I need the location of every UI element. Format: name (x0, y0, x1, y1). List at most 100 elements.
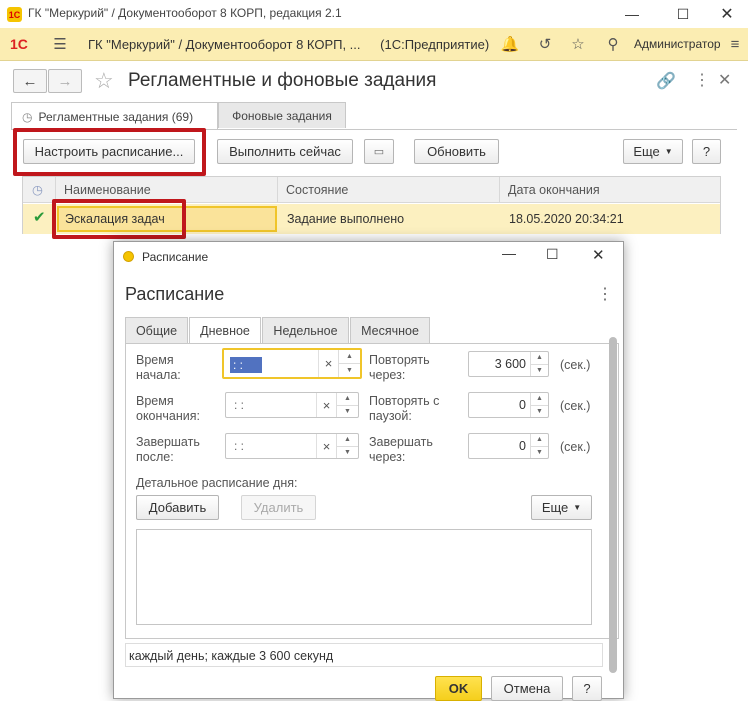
tab-background-jobs-label: Фоновые задания (232, 108, 332, 123)
finish-in-label: Завершать через: (369, 435, 433, 464)
finish-after-input[interactable]: : : × ▲ ▼ (225, 433, 359, 459)
console-icon: ▭ (373, 146, 385, 158)
current-user[interactable]: Администратор (634, 37, 721, 51)
forward-button[interactable]: → (48, 69, 82, 93)
clear-icon[interactable]: × (316, 434, 336, 458)
end-time-spinner[interactable]: ▲ ▼ (336, 393, 358, 417)
favorites-star-icon[interactable]: ☆ (568, 34, 588, 54)
tab-daily[interactable]: Дневное (189, 317, 261, 344)
more-button[interactable]: Еще ▼ (623, 139, 683, 164)
ok-button[interactable]: OK (435, 676, 482, 701)
app-title: ГК "Меркурий" / Документооборот 8 КОРП, … (88, 37, 361, 52)
finish-in-value: 0 (519, 439, 526, 453)
end-time-value: : : (234, 398, 245, 412)
row-state: Задание выполнено (287, 212, 405, 226)
dialog-window-title: Расписание (142, 250, 209, 264)
dialog-minimize-button[interactable]: — (502, 245, 516, 261)
window-titlebar: 1С ГК "Меркурий" / Документооборот 8 КОР… (0, 0, 748, 28)
maximize-button[interactable]: ☐ (660, 0, 706, 28)
dropdown-arrow-icon: ▼ (664, 147, 673, 156)
finish-after-label: Завершать после: (136, 435, 200, 464)
schedule-summary-text: каждый день; каждые 3 600 секунд (129, 649, 334, 663)
form-close-icon[interactable]: ✕ (718, 70, 731, 90)
help-button[interactable]: ? (692, 139, 721, 164)
tab-background-jobs[interactable]: Фоновые задания (218, 102, 346, 128)
column-header-end[interactable]: Дата окончания (500, 177, 720, 203)
link-icon[interactable]: 🔗 (656, 71, 676, 91)
more-label: Еще (633, 144, 660, 159)
run-now-button[interactable]: Выполнить сейчас (217, 139, 353, 164)
repeat-label: Повторять через: (369, 353, 430, 382)
highlight-configure-schedule (13, 128, 206, 176)
start-time-input[interactable]: : : × ▲ ▼ (222, 348, 362, 379)
dialog-maximize-button[interactable]: ☐ (546, 246, 559, 263)
detail-schedule-list[interactable] (136, 529, 592, 625)
cancel-button[interactable]: Отмена (491, 676, 563, 701)
column-header-state[interactable]: Состояние (278, 177, 500, 203)
dialog-more-icon[interactable]: ⋮ (597, 284, 613, 304)
run-manual-button[interactable]: ▭ (364, 139, 394, 164)
dialog-heading: Расписание (125, 284, 225, 304)
menu-icon[interactable]: ☰ (50, 34, 70, 54)
highlight-row-name (52, 199, 186, 239)
delete-button[interactable]: Удалить (241, 495, 316, 520)
pause-spinner[interactable]: ▲ ▼ (530, 393, 548, 417)
back-button[interactable]: ← (13, 69, 47, 93)
pause-interval-input[interactable]: 0 ▲ ▼ (468, 392, 549, 418)
history-icon[interactable]: ↺ (535, 34, 555, 54)
clear-icon[interactable]: × (316, 393, 336, 417)
dialog-close-button[interactable]: ✕ (592, 246, 605, 264)
pause-label: Повторять с паузой: (369, 394, 440, 423)
repeat-spinner[interactable]: ▲ ▼ (530, 352, 548, 376)
tab-general[interactable]: Общие (125, 317, 188, 343)
tab-weekly[interactable]: Недельное (262, 317, 349, 343)
clock-icon: ◷ (22, 109, 33, 124)
form-title: Регламентные и фоновые задания (128, 70, 437, 91)
finish-after-spinner[interactable]: ▲ ▼ (336, 434, 358, 458)
dialog-scrollbar[interactable] (609, 337, 617, 673)
pause-interval-value: 0 (519, 398, 526, 412)
dialog-more-button[interactable]: Еще ▼ (531, 495, 592, 520)
end-time-label: Время окончания: (136, 394, 201, 423)
tab-scheduled-jobs-label: Регламентные задания (69) (38, 109, 194, 124)
app-logo-icon: 1С (7, 7, 22, 22)
refresh-button[interactable]: Обновить (414, 139, 499, 164)
app-mode: (1С:Предприятие) (380, 37, 490, 52)
clear-icon[interactable]: × (318, 350, 338, 377)
repeat-unit: (сек.) (560, 358, 591, 372)
dialog-more-label: Еще (541, 500, 569, 515)
row-end-date: 18.05.2020 20:34:21 (509, 212, 624, 226)
favorite-star-icon[interactable]: ☆ (94, 68, 114, 94)
finish-after-value: : : (234, 439, 245, 453)
finish-in-spinner[interactable]: ▲ ▼ (530, 434, 548, 458)
bell-icon[interactable]: 🔔 (500, 34, 520, 54)
app-header: 1С ☰ ГК "Меркурий" / Документооборот 8 К… (0, 28, 748, 61)
form-more-icon[interactable]: ⋮ (694, 70, 710, 90)
app-menu-icon[interactable]: ≡ (725, 34, 745, 54)
close-window-button[interactable]: ✕ (704, 0, 748, 28)
1c-logo: 1С (10, 36, 28, 52)
minimize-button[interactable]: — (609, 0, 655, 28)
dialog-app-icon (123, 251, 134, 262)
search-icon[interactable]: ⚲ (603, 34, 623, 54)
repeat-interval-value: 3 600 (494, 357, 526, 371)
tab-scheduled-jobs[interactable]: ◷ Регламентные задания (69) (11, 102, 218, 130)
add-button[interactable]: Добавить (136, 495, 219, 520)
schedule-summary: каждый день; каждые 3 600 секунд (125, 643, 603, 667)
dialog-help-button[interactable]: ? (572, 676, 602, 701)
clock-header-icon: ◷ (32, 183, 43, 197)
end-time-input[interactable]: : : × ▲ ▼ (225, 392, 359, 418)
start-time-value: : : (230, 357, 262, 373)
start-time-label: Время начала: (136, 353, 181, 382)
schedule-dialog: Расписание — ☐ ✕ Расписание ⋮ Общие Днев… (113, 241, 624, 701)
tab-monthly[interactable]: Месячное (350, 317, 430, 343)
window-title: ГК "Меркурий" / Документооборот 8 КОРП, … (28, 6, 342, 20)
repeat-interval-input[interactable]: 3 600 ▲ ▼ (468, 351, 549, 377)
finish-in-input[interactable]: 0 ▲ ▼ (468, 433, 549, 459)
detail-schedule-label: Детальное расписание дня: (136, 476, 298, 490)
start-time-spinner[interactable]: ▲ ▼ (338, 350, 360, 377)
pause-unit: (сек.) (560, 399, 591, 413)
dropdown-arrow-icon: ▼ (573, 503, 582, 512)
column-icon-header: ◷ (23, 177, 56, 203)
check-icon: ✔ (33, 209, 46, 226)
